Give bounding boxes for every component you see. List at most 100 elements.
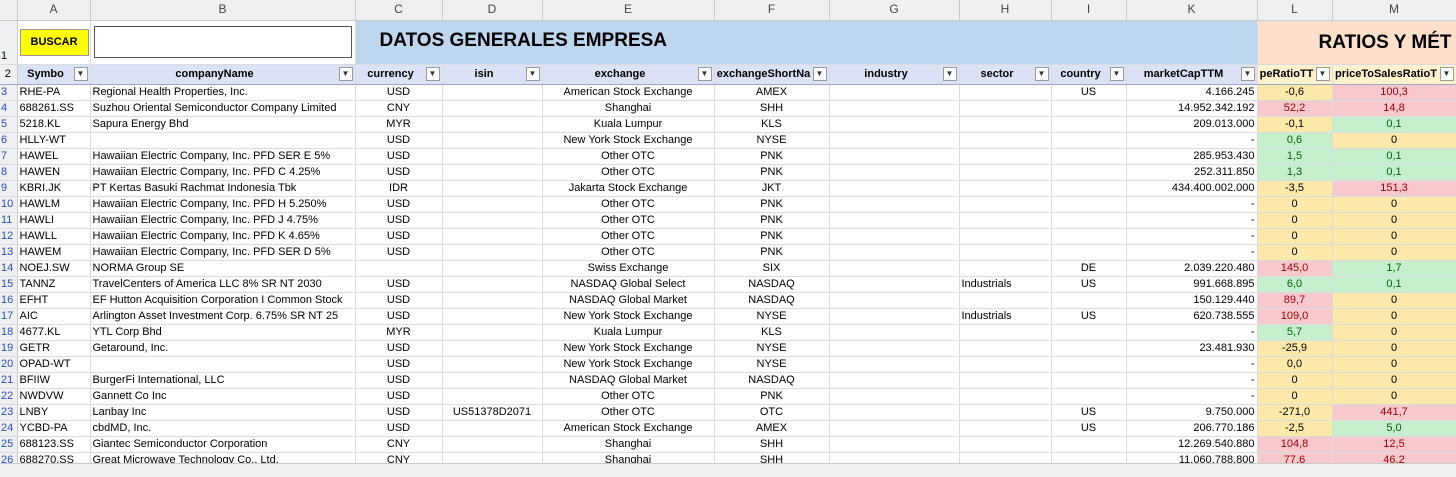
cell-isin[interactable] — [442, 132, 543, 149]
row-header[interactable]: 24 — [0, 420, 18, 437]
select-all-corner[interactable] — [0, 0, 18, 21]
cell-pe-ratio[interactable]: -2,5 — [1257, 420, 1333, 437]
filter-dropdown-icon[interactable]: ▼ — [1315, 66, 1330, 81]
cell-company-name[interactable]: Hawaiian Electric Company, Inc. PFD SER … — [90, 244, 356, 261]
cell-company-name[interactable]: EF Hutton Acquisition Corporation I Comm… — [90, 292, 356, 309]
cell-sector[interactable] — [959, 420, 1052, 437]
cell-price-to-sales[interactable]: 5,0 — [1332, 420, 1456, 437]
cell-price-to-sales[interactable]: 0 — [1332, 372, 1456, 389]
cell-pe-ratio[interactable]: 0 — [1257, 196, 1333, 213]
row-header[interactable]: 12 — [0, 228, 18, 245]
cell-symbol[interactable]: GETR — [17, 340, 91, 357]
cell-industry[interactable] — [829, 212, 960, 229]
cell-industry[interactable] — [829, 196, 960, 213]
cell-market-cap[interactable]: - — [1126, 388, 1258, 405]
cell-exchange[interactable]: Jakarta Stock Exchange — [542, 180, 715, 197]
cell-price-to-sales[interactable]: 0 — [1332, 212, 1456, 229]
cell-symbol[interactable]: LNBY — [17, 404, 91, 421]
horizontal-scrollbar[interactable] — [0, 463, 1456, 477]
cell-symbol[interactable]: HAWEM — [17, 244, 91, 261]
cell-market-cap[interactable]: 620.738.555 — [1126, 308, 1258, 325]
cell-symbol[interactable]: RHE-PA — [17, 84, 91, 101]
cell-currency[interactable]: IDR — [355, 180, 443, 197]
cell-isin[interactable] — [442, 324, 543, 341]
header-isin[interactable]: isin ▼ — [442, 64, 543, 85]
cell-isin[interactable] — [442, 116, 543, 133]
column-header-h[interactable]: H — [959, 0, 1052, 21]
cell-sector[interactable] — [959, 132, 1052, 149]
cell-price-to-sales[interactable]: 14,8 — [1332, 100, 1456, 117]
column-header-g[interactable]: G — [829, 0, 960, 21]
cell-country[interactable] — [1051, 100, 1127, 117]
cell-isin[interactable] — [442, 292, 543, 309]
column-header-e[interactable]: E — [542, 0, 715, 21]
cell-country[interactable] — [1051, 356, 1127, 373]
cell-currency[interactable]: USD — [355, 228, 443, 245]
cell-exchange-short[interactable]: SHH — [714, 100, 830, 117]
cell-industry[interactable] — [829, 228, 960, 245]
cell-symbol[interactable]: HLLY-WT — [17, 132, 91, 149]
row-header[interactable]: 15 — [0, 276, 18, 293]
cell-pe-ratio[interactable]: 6,0 — [1257, 276, 1333, 293]
cell-exchange[interactable]: NASDAQ Global Market — [542, 292, 715, 309]
cell-exchange-short[interactable]: SIX — [714, 260, 830, 277]
cell-industry[interactable] — [829, 404, 960, 421]
row-header[interactable]: 1 — [0, 20, 18, 65]
cell-exchange[interactable]: Kuala Lumpur — [542, 116, 715, 133]
column-header-c[interactable]: C — [355, 0, 443, 21]
row-header[interactable]: 7 — [0, 148, 18, 165]
cell-price-to-sales[interactable]: 0 — [1332, 324, 1456, 341]
cell-currency[interactable]: USD — [355, 372, 443, 389]
row-header[interactable]: 6 — [0, 132, 18, 149]
cell-price-to-sales[interactable]: 0 — [1332, 244, 1456, 261]
cell-company-name[interactable]: YTL Corp Bhd — [90, 324, 356, 341]
filter-dropdown-icon[interactable]: ▼ — [812, 66, 827, 81]
cell-market-cap[interactable]: 23.481.930 — [1126, 340, 1258, 357]
cell-exchange-short[interactable]: KLS — [714, 116, 830, 133]
cell-market-cap[interactable]: 150.129.440 — [1126, 292, 1258, 309]
cell-exchange-short[interactable]: NYSE — [714, 356, 830, 373]
cell-pe-ratio[interactable]: -0,1 — [1257, 116, 1333, 133]
cell-sector[interactable] — [959, 324, 1052, 341]
cell-exchange-short[interactable]: NYSE — [714, 132, 830, 149]
cell-industry[interactable] — [829, 116, 960, 133]
cell-currency[interactable]: USD — [355, 212, 443, 229]
cell-exchange[interactable]: Other OTC — [542, 404, 715, 421]
cell-exchange-short[interactable]: PNK — [714, 148, 830, 165]
cell-isin[interactable]: US51378D2071 — [442, 404, 543, 421]
header-price-to-sales[interactable]: priceToSalesRatioT ▼ — [1332, 64, 1456, 85]
cell-currency[interactable]: USD — [355, 404, 443, 421]
cell-price-to-sales[interactable]: 0 — [1332, 340, 1456, 357]
header-exchange-short-name[interactable]: exchangeShortNa ▼ — [714, 64, 830, 85]
cell-industry[interactable] — [829, 180, 960, 197]
cell-market-cap[interactable]: - — [1126, 132, 1258, 149]
cell-currency[interactable]: USD — [355, 244, 443, 261]
cell-symbol[interactable]: BFIIW — [17, 372, 91, 389]
cell-exchange-short[interactable]: NASDAQ — [714, 292, 830, 309]
cell-exchange-short[interactable]: PNK — [714, 212, 830, 229]
cell-company-name[interactable]: Arlington Asset Investment Corp. 6.75% S… — [90, 308, 356, 325]
cell-exchange[interactable]: American Stock Exchange — [542, 420, 715, 437]
cell-price-to-sales[interactable]: 0 — [1332, 308, 1456, 325]
cell-isin[interactable] — [442, 260, 543, 277]
cell-pe-ratio[interactable]: 0 — [1257, 212, 1333, 229]
cell-exchange[interactable]: Swiss Exchange — [542, 260, 715, 277]
cell-company-name[interactable]: cbdMD, Inc. — [90, 420, 356, 437]
cell-country[interactable] — [1051, 196, 1127, 213]
cell-sector[interactable] — [959, 372, 1052, 389]
cell-company-name[interactable] — [90, 356, 356, 373]
row-header[interactable]: 5 — [0, 116, 18, 133]
header-symbol[interactable]: Symbo ▼ — [17, 64, 91, 85]
cell-company-name[interactable]: PT Kertas Basuki Rachmat Indonesia Tbk — [90, 180, 356, 197]
cell-sector[interactable] — [959, 212, 1052, 229]
cell-price-to-sales[interactable]: 0,1 — [1332, 164, 1456, 181]
cell-exchange-short[interactable]: NASDAQ — [714, 276, 830, 293]
column-header-l[interactable]: L — [1257, 0, 1333, 21]
cell-sector[interactable]: Industrials — [959, 308, 1052, 325]
row-header[interactable]: 2 — [0, 64, 18, 85]
cell-industry[interactable] — [829, 100, 960, 117]
cell-isin[interactable] — [442, 148, 543, 165]
cell-exchange[interactable]: New York Stock Exchange — [542, 308, 715, 325]
cell-sector[interactable] — [959, 244, 1052, 261]
cell-country[interactable]: US — [1051, 84, 1127, 101]
